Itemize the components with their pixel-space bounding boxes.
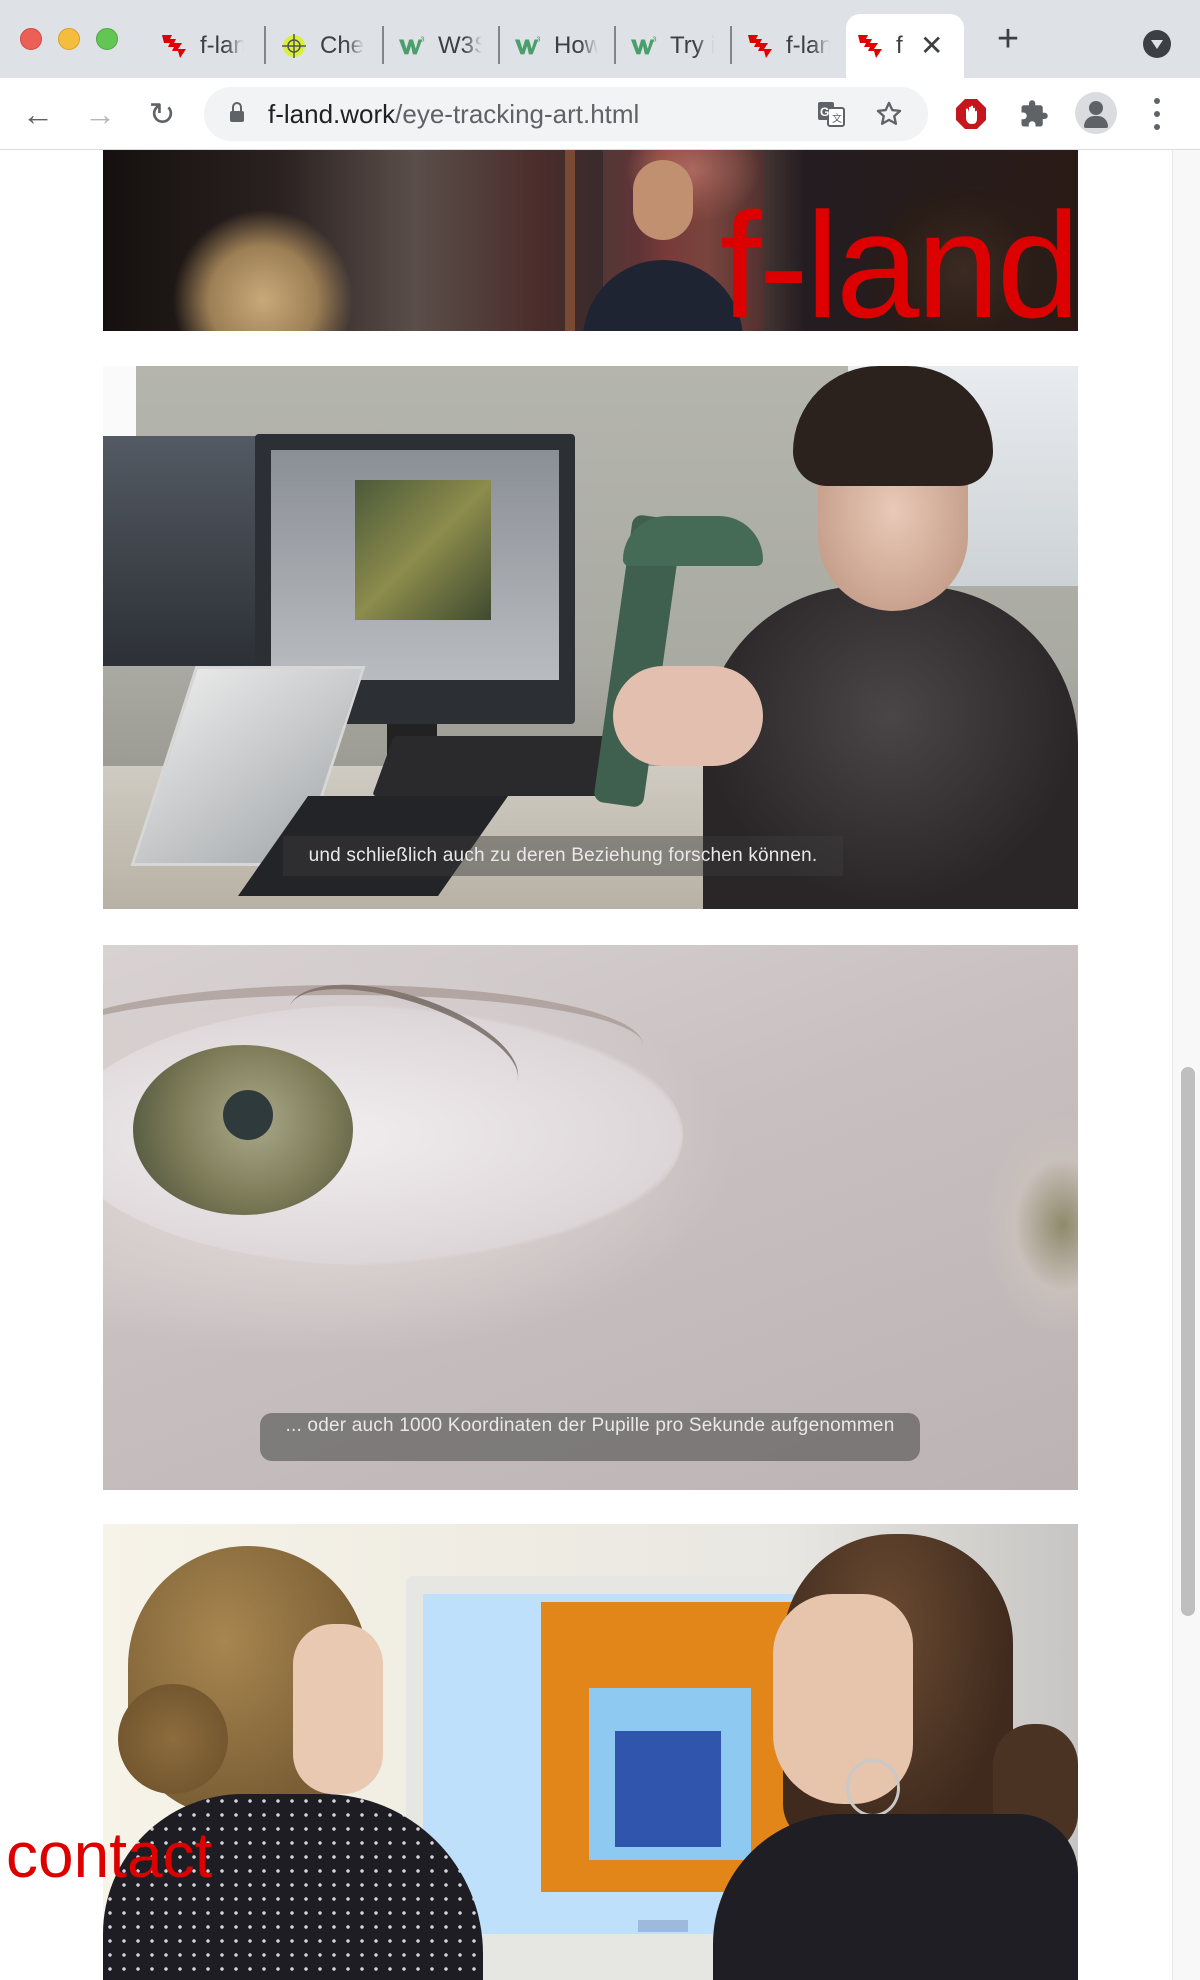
tab-separator [730, 26, 732, 64]
tab-title: f-land [200, 32, 244, 59]
browser-menu-icon[interactable] [1150, 98, 1164, 130]
photo-detail [565, 150, 575, 331]
lock-icon[interactable] [230, 102, 244, 122]
w3schools-icon: 3 [514, 32, 542, 60]
artwork-lightblue-square [589, 1688, 751, 1860]
svg-text:3: 3 [536, 34, 540, 43]
tab-separator [498, 26, 500, 64]
tab-active[interactable]: f ✕ [846, 14, 964, 78]
monitor-screen [271, 450, 559, 680]
contact-link[interactable]: contact [6, 1823, 212, 1887]
artwork-blue-square [615, 1731, 721, 1847]
tab-title: f [896, 32, 903, 59]
w3schools-icon: 3 [398, 32, 426, 60]
crosshair-icon [280, 32, 308, 60]
screen-button [638, 1920, 688, 1932]
extensions-puzzle-icon[interactable] [1016, 96, 1052, 132]
hoop-earring [846, 1759, 900, 1817]
adblock-extension-icon[interactable] [953, 96, 989, 132]
desk-lamp [623, 516, 763, 566]
tab-separator [614, 26, 616, 64]
arrow-left-icon: ← [22, 95, 54, 132]
tab-how[interactable]: 3 How [504, 14, 598, 78]
svg-text:3: 3 [420, 34, 424, 43]
window-close-button[interactable] [20, 28, 42, 50]
svg-text:3: 3 [652, 34, 656, 43]
svg-text:文: 文 [832, 112, 842, 125]
bookmark-star-icon[interactable] [874, 99, 904, 129]
reload-icon: ↻ [148, 96, 176, 132]
tab-title: How [554, 32, 598, 59]
tab-title: f-land [786, 32, 830, 59]
f-land-logo-icon [160, 32, 188, 60]
site-logo-link[interactable]: f-land [720, 190, 1080, 340]
photo-detail [103, 366, 136, 446]
scrollbar-thumb[interactable] [1181, 1067, 1195, 1616]
photo-interview: und schließlich auch zu deren Beziehung … [103, 366, 1078, 909]
tab-title: Check [320, 32, 364, 59]
tab-f-land-2[interactable]: f-land [736, 14, 830, 78]
video-subtitle: ... oder auch 1000 Koordinaten der Pupil… [260, 1413, 920, 1461]
reload-button[interactable]: ↻ [142, 94, 182, 134]
tab-separator [264, 26, 266, 64]
tab-search-icon[interactable] [1143, 30, 1171, 58]
svg-text:G: G [820, 105, 829, 119]
url-text[interactable]: f-land.work/eye-tracking-art.html [268, 99, 639, 130]
photo-detail [355, 480, 491, 620]
video-subtitle: und schließlich auch zu deren Beziehung … [283, 836, 843, 876]
window-minimize-button[interactable] [58, 28, 80, 50]
tab-f-land-1[interactable]: f-land [150, 14, 244, 78]
browser-toolbar: ← → ↻ f-land.work/eye-tracking-art.html … [0, 78, 1200, 150]
tab-title: Try it [670, 32, 714, 59]
address-bar[interactable]: f-land.work/eye-tracking-art.html G文 [204, 87, 928, 141]
person-face [293, 1624, 383, 1794]
profile-avatar-icon[interactable] [1075, 92, 1117, 134]
tab-strip: f-land Check 3 W3Schools 3 How 3 Try it [0, 0, 1200, 78]
hair-bun [118, 1684, 228, 1794]
page-scrollbar[interactable] [1172, 150, 1200, 1980]
arrow-right-icon: → [84, 95, 116, 132]
photo-monitor-artwork [103, 1524, 1078, 1980]
url-path: /eye-tracking-art.html [395, 99, 640, 129]
new-tab-button[interactable]: + [990, 20, 1026, 58]
f-land-logo-icon [856, 32, 884, 60]
forward-button[interactable]: → [80, 94, 120, 134]
person-hands [613, 666, 763, 766]
tab-try-it[interactable]: 3 Try it [620, 14, 714, 78]
photo-eye-closeup: ... oder auch 1000 Koordinaten der Pupil… [103, 945, 1078, 1490]
photo-detail [633, 160, 693, 240]
window-zoom-button[interactable] [96, 28, 118, 50]
close-tab-icon[interactable]: ✕ [920, 32, 943, 60]
photo-detail [103, 436, 263, 666]
translate-icon[interactable]: G文 [816, 99, 846, 129]
back-button[interactable]: ← [18, 94, 58, 134]
person-sweater [713, 1814, 1078, 1980]
tab-title: W3Schools [438, 32, 482, 59]
url-domain: f-land.work [268, 99, 396, 129]
f-land-logo-icon [746, 32, 774, 60]
tab-separator [382, 26, 384, 64]
page-content: und schließlich auch zu deren Beziehung … [0, 150, 1172, 1980]
tab-w3schools[interactable]: 3 W3Schools [388, 14, 482, 78]
w3schools-icon: 3 [630, 32, 658, 60]
tab-check[interactable]: Check [270, 14, 364, 78]
